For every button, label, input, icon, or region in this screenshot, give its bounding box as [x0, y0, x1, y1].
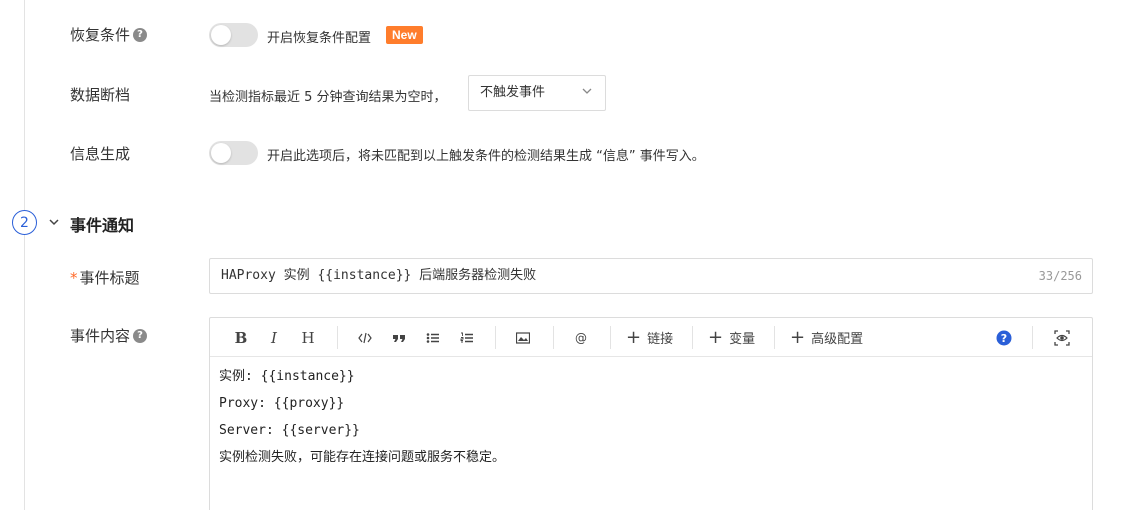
bold-button[interactable]: B [231, 318, 251, 357]
editor-toolbar: B I H @ + 链接 + 变量 + 高级配置 ? [210, 318, 1092, 357]
help-icon[interactable]: ? [133, 27, 148, 42]
plus-icon: + [708, 327, 724, 348]
heading-button[interactable]: H [298, 318, 318, 357]
data-gap-select[interactable]: 不触发事件 [468, 75, 606, 111]
insert-variable-button[interactable]: + 变量 [708, 318, 755, 357]
insert-link-button[interactable]: + 链接 [626, 318, 673, 357]
info-gen-text: 开启此选项后，将未匹配到以上触发条件的检测结果生成 “信息” 事件写入。 [267, 149, 705, 164]
numbered-list-icon[interactable] [458, 318, 476, 357]
italic-button[interactable]: I [264, 318, 284, 357]
bulleted-list-icon[interactable] [424, 318, 442, 357]
editor-content[interactable]: 实例: {{instance}} Proxy: {{proxy}} Server… [210, 357, 1092, 487]
image-icon[interactable] [514, 318, 532, 357]
event-title-label: * 事件标题 [70, 268, 140, 288]
plus-icon: + [790, 327, 806, 348]
recovery-condition-label: 恢复条件 ? [70, 24, 148, 45]
help-icon[interactable]: ? [996, 318, 1012, 357]
code-icon[interactable] [356, 318, 374, 357]
data-gap-label: 数据断档 [70, 86, 131, 104]
new-badge: New [386, 26, 423, 44]
event-content-editor[interactable]: B I H @ + 链接 + 变量 + 高级配置 ? 实例: {{instanc… [209, 317, 1093, 510]
content-line: Server: {{server}} [219, 423, 360, 438]
content-line: 实例检测失败，可能存在连接问题或服务不稳定。 [219, 450, 506, 465]
chevron-down-icon[interactable] [48, 216, 60, 228]
data-gap-text: 当检测指标最近 5 分钟查询结果为空时， [209, 90, 447, 105]
event-title-input[interactable]: HAProxy 实例 {{instance}} 后端服务器检测失败 33/256 [209, 258, 1093, 294]
mention-icon[interactable]: @ [572, 318, 590, 357]
content-line: Proxy: {{proxy}} [219, 396, 345, 411]
section-title: 事件通知 [70, 216, 135, 235]
svg-text:?: ? [1001, 332, 1007, 345]
event-content-label: 事件内容 ? [70, 325, 148, 346]
help-icon[interactable]: ? [133, 328, 148, 343]
char-count: 33/256 [1038, 269, 1082, 283]
advanced-config-button[interactable]: + 高级配置 [790, 318, 863, 357]
plus-icon: + [626, 327, 642, 348]
required-mark: * [70, 268, 78, 287]
step-number: 2 [12, 210, 37, 235]
recovery-toggle-text: 开启恢复条件配置 [267, 31, 372, 46]
info-gen-toggle[interactable] [209, 141, 258, 165]
timeline-line [24, 0, 25, 510]
chevron-down-icon [582, 88, 592, 94]
info-gen-label: 信息生成 [70, 145, 131, 163]
recovery-toggle[interactable] [209, 23, 258, 47]
content-line: 实例: {{instance}} [219, 369, 355, 384]
preview-icon[interactable] [1053, 318, 1071, 357]
quote-icon[interactable] [390, 318, 408, 357]
